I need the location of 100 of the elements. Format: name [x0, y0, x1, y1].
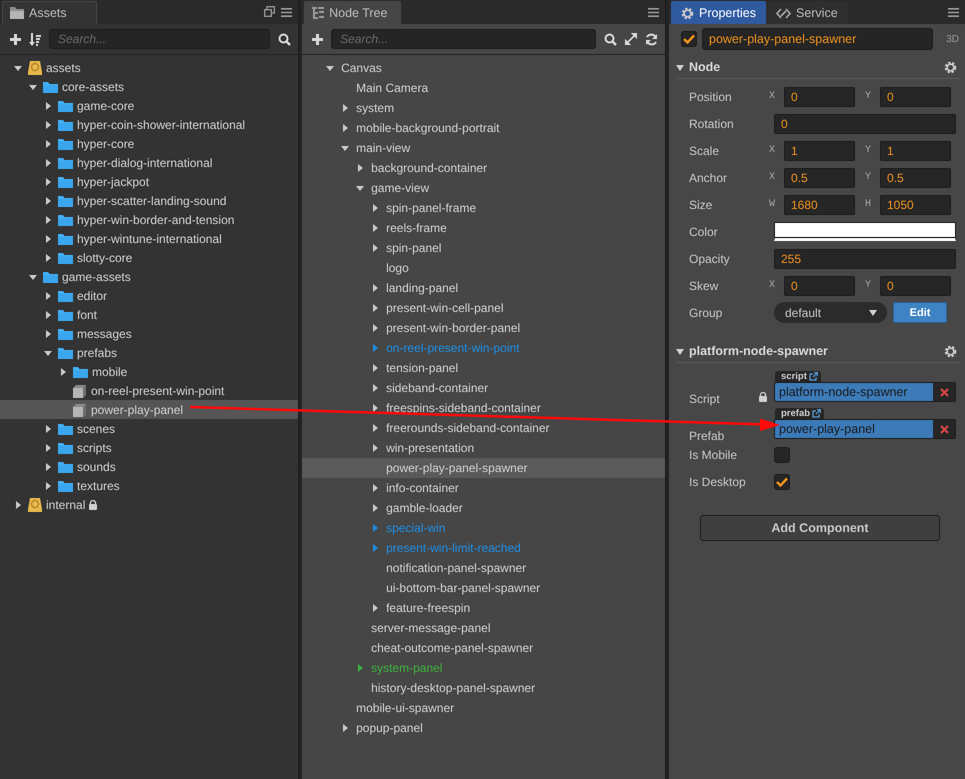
number-field[interactable]: 255 [774, 248, 956, 268]
tree-row[interactable]: system [302, 98, 665, 118]
tree-row[interactable]: ui-bottom-bar-panel-spawner [302, 578, 665, 598]
tree-row[interactable]: tension-panel [302, 358, 665, 378]
tree-row[interactable]: background-container [302, 158, 665, 178]
menu-icon[interactable] [948, 8, 959, 17]
external-link-icon[interactable] [812, 409, 822, 418]
caret-down-icon[interactable] [356, 183, 366, 193]
menu-icon[interactable] [281, 8, 292, 17]
restore-icon[interactable] [264, 6, 276, 17]
tree-row[interactable]: present-win-cell-panel [302, 298, 665, 318]
number-field[interactable]: 1680 [784, 194, 855, 214]
tree-row[interactable]: logo [302, 258, 665, 278]
tree-row[interactable]: hyper-scatter-landing-sound [0, 191, 298, 210]
tree-row[interactable]: cheat-outcome-panel-spawner [302, 638, 665, 658]
search-icon[interactable] [604, 32, 617, 46]
number-field[interactable]: 1 [880, 140, 951, 160]
tree-row[interactable]: hyper-dialog-international [0, 153, 298, 172]
tree-row[interactable]: on-reel-present-win-point [0, 381, 298, 400]
search-icon[interactable] [278, 32, 292, 46]
add-icon[interactable] [312, 34, 324, 44]
tree-row[interactable]: game-core [0, 96, 298, 115]
search-field[interactable]: Search... [49, 29, 270, 49]
edit-button[interactable]: Edit [893, 302, 947, 323]
number-field[interactable]: 1050 [880, 194, 951, 214]
number-field[interactable]: 0 [880, 276, 951, 296]
remove-icon[interactable] [940, 388, 948, 396]
tree-row[interactable]: mobile-background-portrait [302, 118, 665, 138]
name-field[interactable]: power-play-panel-spawner [702, 28, 934, 50]
tree-row[interactable]: scenes [0, 419, 298, 438]
tree-row[interactable]: mobile-ui-spawner [302, 698, 665, 718]
tree-row[interactable]: feature-freespin [302, 598, 665, 618]
panel-tab[interactable]: Assets [2, 1, 97, 24]
search-field[interactable]: Search... [331, 29, 596, 49]
tree-row[interactable]: core-assets [0, 77, 298, 96]
tree-row[interactable]: hyper-wintune-international [0, 229, 298, 248]
tree-row[interactable]: internal [0, 495, 298, 514]
tree-row[interactable]: messages [0, 324, 298, 343]
tree-row[interactable]: hyper-jackpot [0, 172, 298, 191]
tree-row[interactable]: notification-panel-spawner [302, 558, 665, 578]
caret-down-icon[interactable] [326, 63, 336, 73]
tree-row[interactable]: slotty-core [0, 248, 298, 267]
tree-row[interactable]: present-win-border-panel [302, 318, 665, 338]
number-field[interactable]: 0 [774, 114, 956, 134]
number-field[interactable]: 1 [784, 140, 855, 160]
tree-row[interactable]: system-panel [302, 658, 665, 678]
tree-row[interactable]: mobile [0, 362, 298, 381]
expand-icon[interactable] [625, 33, 637, 45]
tree-row[interactable]: sounds [0, 457, 298, 476]
tree-row[interactable]: server-message-panel [302, 618, 665, 638]
menu-icon[interactable] [648, 8, 659, 17]
tree-row[interactable]: assets [0, 58, 298, 77]
tree-row[interactable]: Main Camera [302, 78, 665, 98]
tree-row[interactable]: sideband-container [302, 378, 665, 398]
tree-row[interactable]: hyper-win-border-and-tension [0, 210, 298, 229]
remove-icon[interactable] [940, 424, 948, 434]
tree-row[interactable]: win-presentation [302, 438, 665, 458]
tree-row[interactable]: reels-frame [302, 218, 665, 238]
tree-row[interactable]: landing-panel [302, 278, 665, 298]
panel-tab[interactable]: Service [766, 1, 848, 24]
tree-row[interactable]: freerounds-sideband-container [302, 418, 665, 438]
tree-row[interactable]: power-play-panel-spawner [302, 458, 665, 478]
number-field[interactable]: 0 [784, 276, 855, 296]
tree-row[interactable]: freespins-sideband-container [302, 398, 665, 418]
number-field[interactable]: 0.5 [880, 168, 951, 188]
sort-icon[interactable] [29, 32, 41, 46]
tree-row[interactable]: main-view [302, 138, 665, 158]
tree-row[interactable]: hyper-coin-shower-international [0, 115, 298, 134]
tree-row[interactable]: popup-panel [302, 718, 665, 738]
asset-field[interactable]: power-play-panel [774, 419, 956, 439]
tree-row[interactable]: game-view [302, 178, 665, 198]
group-dropdown[interactable]: default [774, 302, 887, 323]
tree-row[interactable]: game-assets [0, 267, 298, 286]
checkbox[interactable] [774, 446, 790, 462]
tree-row[interactable]: Canvas [302, 58, 665, 78]
tree-row[interactable]: prefabs [0, 343, 298, 362]
number-field[interactable]: 0.5 [784, 168, 855, 188]
panel-tab[interactable]: Node Tree [304, 1, 402, 24]
external-link-icon[interactable] [808, 372, 818, 381]
tree-row[interactable]: spin-panel-frame [302, 198, 665, 218]
tree-row[interactable]: hyper-core [0, 134, 298, 153]
caret-down-icon[interactable] [676, 63, 684, 71]
asset-field[interactable]: platform-node-spawner [774, 382, 956, 402]
tree-row[interactable]: gamble-loader [302, 498, 665, 518]
tree-row[interactable]: editor [0, 286, 298, 305]
tree-row[interactable]: power-play-panel [0, 400, 298, 419]
add-component-button[interactable]: Add Component [700, 515, 940, 541]
tree-row[interactable]: history-desktop-panel-spawner [302, 678, 665, 698]
refresh-icon[interactable] [645, 32, 658, 46]
tree-row[interactable]: textures [0, 476, 298, 495]
number-field[interactable]: 0 [880, 86, 951, 106]
color-swatch[interactable] [774, 222, 956, 241]
add-icon[interactable] [10, 34, 21, 44]
number-field[interactable]: 0 [784, 86, 855, 106]
tree-row[interactable]: spin-panel [302, 238, 665, 258]
tree-row[interactable]: scripts [0, 438, 298, 457]
checkbox[interactable] [774, 474, 790, 490]
tree-row[interactable]: info-container [302, 478, 665, 498]
checkbox[interactable] [681, 31, 697, 47]
caret-down-icon[interactable] [341, 143, 352, 153]
